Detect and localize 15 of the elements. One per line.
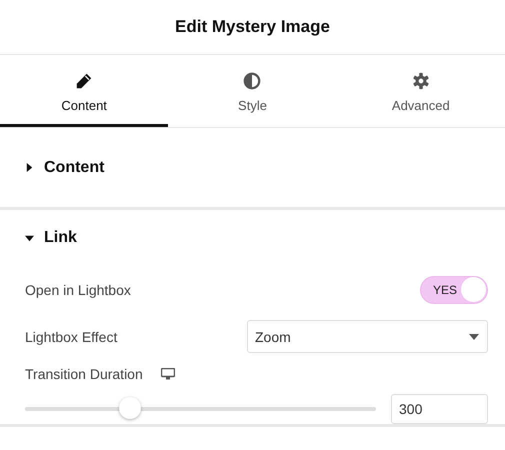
caret-down-icon xyxy=(469,334,479,340)
settings-icon xyxy=(412,72,430,90)
effect-dropdown[interactable]: Zoom xyxy=(247,320,488,353)
contrast-icon xyxy=(243,72,262,90)
pencil-icon xyxy=(75,72,94,90)
caret-down-icon xyxy=(25,234,34,242)
slider-handle[interactable] xyxy=(119,397,142,419)
control-label: Transition Duration xyxy=(25,366,143,382)
control-label: Lightbox Effect xyxy=(25,328,118,344)
monitor-icon[interactable] xyxy=(160,368,175,380)
control-label: Open in Lightbox xyxy=(25,282,131,298)
caret-right-icon xyxy=(25,163,34,172)
panel-title: Edit Mystery Image xyxy=(175,17,330,37)
duration-input[interactable]: 300 xyxy=(391,394,488,424)
toggle-switch[interactable]: YES xyxy=(420,276,488,304)
